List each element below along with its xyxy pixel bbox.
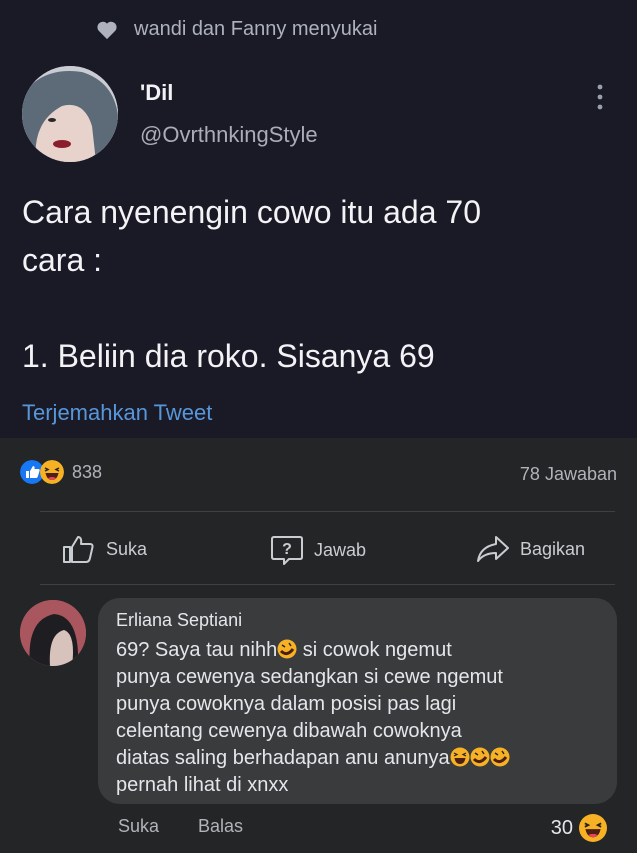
translate-tweet-link[interactable]: Terjemahkan Tweet — [22, 400, 212, 426]
haha-reaction-icon — [40, 460, 64, 484]
tweet-text: Cara nyenengin cowo itu ada 70 cara : 1.… — [22, 194, 481, 374]
divider — [40, 584, 615, 585]
answer-button[interactable]: ? Jawab — [270, 534, 366, 566]
like-button[interactable]: Suka — [62, 534, 147, 564]
question-icon: ? — [271, 536, 303, 565]
reaction-count: 838 — [72, 461, 103, 482]
share-button[interactable]: Bagikan — [476, 534, 585, 564]
comment-text-part: pernah lihat di xnxx — [116, 774, 289, 796]
comment-reactions[interactable]: 30 — [551, 814, 607, 842]
answers-count[interactable]: 78 Jawaban — [520, 464, 617, 485]
liked-by-text: wandi dan Fanny menyukai — [134, 18, 378, 40]
reaction-summary[interactable]: 838 — [20, 460, 102, 484]
tweet-card: wandi dan Fanny menyukai 'Dil @Ovrthnkin… — [0, 0, 637, 438]
comment-text: 69? Saya tau nihh si cowok ngemut punya … — [116, 637, 606, 799]
answer-label: Jawab — [314, 539, 367, 560]
share-icon — [477, 536, 509, 562]
comment-text-part: punya cewenya sedangkan si cewe ngemut p… — [116, 666, 503, 769]
tweet-avatar[interactable] — [22, 66, 118, 162]
svg-text:?: ? — [282, 541, 292, 558]
heart-icon — [97, 21, 117, 39]
more-icon[interactable] — [590, 82, 610, 112]
comment-author[interactable]: Erliana Septiani — [116, 610, 242, 631]
share-label: Bagikan — [520, 538, 586, 559]
rofl-emoji-icon — [277, 639, 297, 659]
comment-text-part: 69? Saya tau nihh — [116, 639, 278, 661]
thumb-up-icon — [63, 536, 94, 563]
comment-reaction-count: 30 — [550, 816, 573, 839]
divider — [40, 511, 615, 512]
haha-reaction-icon — [579, 814, 607, 842]
comment-reply-link[interactable]: Balas — [198, 816, 243, 837]
comment-like-link[interactable]: Suka — [118, 816, 159, 837]
tweet-author-handle[interactable]: @OvrthnkingStyle — [140, 122, 318, 148]
rofl-emoji-icon — [470, 747, 490, 767]
comment-bubble: Erliana Septiani 69? Saya tau nihh si co… — [98, 598, 617, 804]
facebook-post-panel: 838 78 Jawaban Suka ? Jawab Bagikan Erli… — [0, 438, 637, 853]
tweet-author-name[interactable]: 'Dil — [140, 80, 173, 106]
like-label: Suka — [106, 538, 148, 559]
liked-by-row: wandi dan Fanny menyukai — [96, 18, 377, 41]
commenter-avatar[interactable] — [20, 600, 86, 666]
laughing-emoji-icon — [450, 747, 470, 767]
rofl-emoji-icon — [490, 747, 510, 767]
comment-text-part: si cowok ngemut — [297, 639, 452, 661]
